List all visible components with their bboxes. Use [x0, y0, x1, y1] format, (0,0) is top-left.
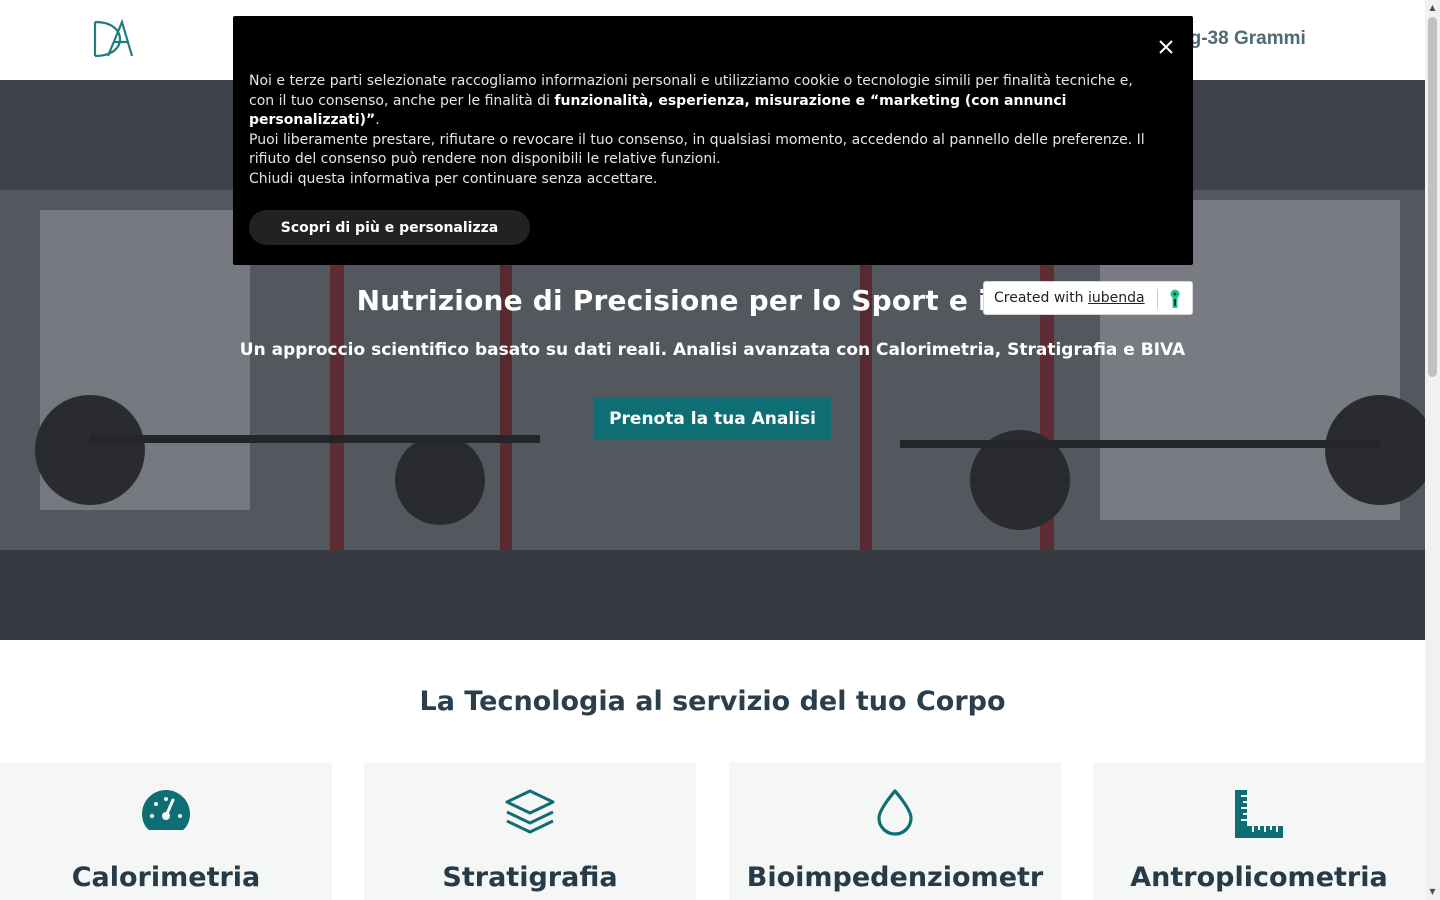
gauge-icon	[142, 790, 190, 830]
card-bioimpedenziometria[interactable]: Bioimpedenziometr	[729, 762, 1061, 900]
iubenda-badge[interactable]: Created with iubenda	[983, 281, 1193, 315]
scrollbar-thumb[interactable]	[1428, 17, 1437, 377]
close-icon	[1159, 39, 1173, 54]
learn-more-customize-button[interactable]: Scopri di più e personalizza	[249, 210, 530, 245]
hero-subtitle: Un approccio scientifico basato su dati …	[239, 340, 1186, 360]
page-scrollbar[interactable]: ▲ ▼	[1425, 0, 1440, 900]
cookie-notice-text: Noi e terze parti selezionate raccogliam…	[249, 73, 1145, 187]
ruler-icon	[1235, 790, 1283, 838]
book-analysis-button[interactable]: Prenota la tua Analisi	[594, 397, 831, 440]
cookie-consent-banner: Noi e terze parti selezionate raccogliam…	[233, 16, 1193, 265]
drop-icon	[877, 789, 913, 836]
scroll-down-arrow-icon[interactable]: ▼	[1425, 884, 1440, 899]
brand-logo-icon[interactable]	[92, 18, 136, 60]
card-title: Antroplicometria	[1130, 862, 1388, 893]
iubenda-link[interactable]: iubenda	[1088, 290, 1145, 306]
badge-divider	[1157, 289, 1158, 309]
hero-title: Nutrizione di Precisione per lo Sport e …	[356, 284, 1069, 317]
cookie-close-button[interactable]	[1156, 38, 1176, 58]
card-antroplicometria[interactable]: Antroplicometria	[1093, 762, 1425, 900]
card-title: Bioimpedenziometr	[746, 862, 1044, 893]
card-stratigrafia[interactable]: Stratigrafia	[364, 762, 696, 900]
layers-icon	[505, 789, 555, 834]
card-calorimetria[interactable]: Calorimetria	[0, 762, 332, 900]
technology-section-title: La Tecnologia al servizio del tuo Corpo	[419, 686, 1006, 717]
card-title: Stratigrafia	[442, 862, 618, 893]
nav-link-grammi[interactable]: og-38 Grammi	[1178, 28, 1306, 50]
card-title: Calorimetria	[71, 862, 261, 893]
scroll-up-arrow-icon[interactable]: ▲	[1425, 0, 1440, 15]
iubenda-logo-icon	[1170, 289, 1180, 308]
